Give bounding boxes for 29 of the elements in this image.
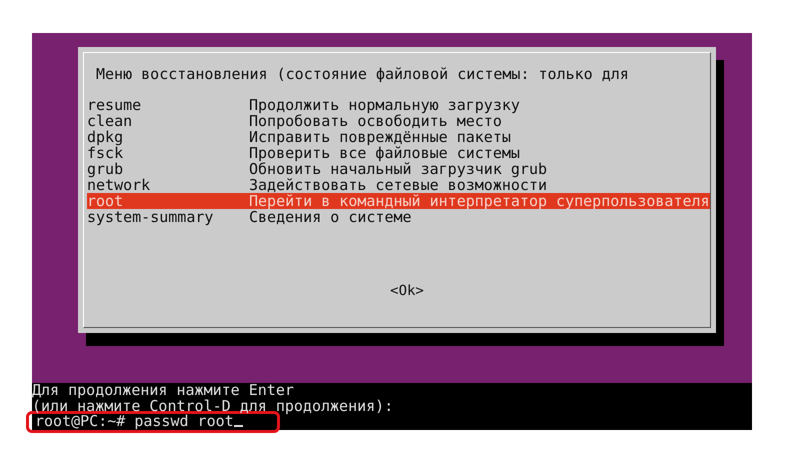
menu-description: Задействовать сетевые возможности	[249, 177, 548, 193]
menu-item[interactable]: grub Обновить начальный загрузчик grub	[87, 161, 710, 177]
menu-item[interactable]: fsck Проверить все файловые системы	[87, 145, 710, 161]
menu-description: Перейти в командный интерпретатор суперпользователя	[249, 193, 710, 209]
console-line: (или нажмите Control-D для продолжения):	[32, 398, 394, 414]
menu-description: Продолжить нормальную загрузку	[249, 97, 520, 113]
menu-command: grub	[87, 161, 124, 177]
command-prompt: root@PC:~# passwd root	[35, 414, 234, 430]
menu-command: clean	[87, 113, 134, 129]
menu-item[interactable]: resume Продолжить нормальную загрузку	[87, 97, 710, 113]
menu-item[interactable]: dpkg Исправить повреждённые пакеты	[87, 129, 710, 145]
menu-command: fsck	[87, 145, 124, 161]
menu-item[interactable]: network Задействовать сетевые возможности	[87, 177, 710, 193]
menu-command: system-summary	[87, 209, 214, 225]
text-cursor	[234, 424, 243, 426]
menu-command: root	[87, 193, 124, 209]
menu-description: Сведения о системе	[249, 209, 412, 225]
menu-description: Проверить все файловые системы	[249, 145, 520, 161]
menu-command: network	[87, 177, 152, 193]
menu-description: Исправить повреждённые пакеты	[249, 129, 511, 145]
dialog-title: Меню восстановления (состояние файловой системы: только для	[96, 65, 629, 83]
console-line: Для продолжения нажмите Enter	[32, 383, 295, 398]
menu-command: dpkg	[87, 129, 124, 145]
menu-item[interactable]: system-summary Сведения о системе	[87, 209, 710, 225]
menu-description: Обновить начальный загрузчик grub	[249, 161, 548, 177]
menu-command: resume	[87, 97, 142, 113]
menu-description: Попробовать освободить место	[249, 113, 502, 129]
ok-button[interactable]: <Ok>	[390, 283, 424, 299]
menu-item[interactable]: clean Попробовать освободить место	[87, 113, 710, 129]
